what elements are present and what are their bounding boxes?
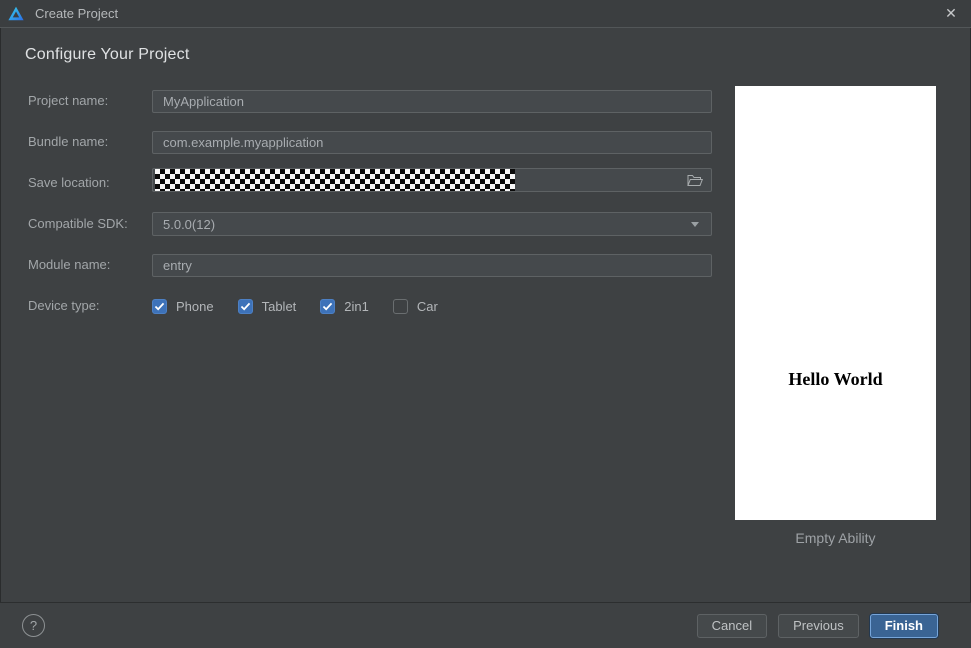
project-name-label: Project name: xyxy=(28,93,109,108)
module-name-label: Module name: xyxy=(28,257,111,272)
help-button[interactable]: ? xyxy=(22,614,45,637)
previous-button[interactable]: Previous xyxy=(778,613,859,638)
checkbox-tablet-icon[interactable] xyxy=(237,298,253,314)
device-type-phone-label: Phone xyxy=(176,298,214,314)
folder-icon xyxy=(687,174,703,186)
deveco-logo-icon xyxy=(8,6,24,21)
footer-bar: ? Cancel Previous Finish xyxy=(0,602,971,648)
project-name-input[interactable] xyxy=(152,90,712,113)
device-type-phone[interactable]: Phone xyxy=(152,298,214,314)
device-type-label: Device type: xyxy=(28,298,100,313)
device-type-tablet[interactable]: Tablet xyxy=(237,298,297,314)
compatible-sdk-value: 5.0.0(12) xyxy=(163,216,216,232)
checkbox-2in1-icon[interactable] xyxy=(320,298,336,314)
create-project-dialog: Create Project ✕ Configure Your Project … xyxy=(0,0,971,648)
title-bar: Create Project ✕ xyxy=(0,0,971,28)
device-type-2in1-label: 2in1 xyxy=(344,298,369,314)
compatible-sdk-select[interactable]: 5.0.0(12) xyxy=(152,212,712,236)
device-type-group: Phone Tablet 2in1 Car xyxy=(152,296,438,316)
preview-hello-world-text: Hello World xyxy=(788,369,883,389)
cancel-button[interactable]: Cancel xyxy=(696,613,768,638)
checkbox-car-icon[interactable] xyxy=(392,298,408,314)
help-icon: ? xyxy=(29,618,38,633)
window-title: Create Project xyxy=(35,6,119,21)
device-type-car-label: Car xyxy=(416,298,438,314)
bundle-name-input[interactable] xyxy=(152,131,712,154)
device-type-car[interactable]: Car xyxy=(392,298,438,314)
page-title: Configure Your Project xyxy=(25,46,190,63)
checkbox-phone-icon[interactable] xyxy=(152,298,167,314)
save-location-input[interactable] xyxy=(152,168,712,192)
finish-button[interactable]: Finish xyxy=(869,613,938,638)
module-name-input[interactable] xyxy=(152,254,712,277)
save-location-redacted-value xyxy=(155,169,515,191)
chevron-down-icon xyxy=(691,222,699,227)
device-type-2in1[interactable]: 2in1 xyxy=(320,298,369,314)
save-location-label: Save location: xyxy=(28,175,110,190)
close-icon: ✕ xyxy=(945,4,957,21)
preview-panel: Hello World xyxy=(735,86,936,520)
device-type-tablet-label: Tablet xyxy=(261,298,297,314)
bundle-name-label: Bundle name: xyxy=(28,134,109,149)
browse-folder-button[interactable] xyxy=(685,171,705,189)
preview-caption: Empty Ability xyxy=(795,530,876,546)
compatible-sdk-label: Compatible SDK: xyxy=(28,216,128,231)
close-button[interactable]: ✕ xyxy=(937,0,965,26)
